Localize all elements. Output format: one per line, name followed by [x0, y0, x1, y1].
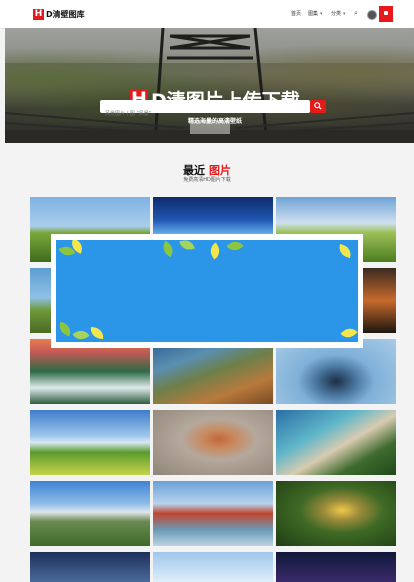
image-tile[interactable] — [276, 552, 396, 582]
image-tile[interactable] — [153, 552, 273, 582]
overlay-banner-image — [56, 240, 358, 342]
chevron-down-icon: ▾ — [320, 11, 323, 17]
nav-item-home[interactable]: 首页 — [291, 10, 301, 17]
user-avatar-icon[interactable] — [367, 10, 377, 20]
leaf-icon — [72, 327, 90, 342]
leaf-icon — [336, 243, 354, 259]
image-tile[interactable] — [153, 339, 273, 404]
leaf-icon — [159, 240, 177, 258]
search-icon — [314, 102, 322, 110]
logo-badge: H — [33, 9, 44, 20]
image-tile[interactable] — [30, 339, 150, 404]
logo-text: D清壁图库 — [46, 10, 85, 19]
overlay-banner[interactable] — [51, 234, 363, 348]
menu-icon — [384, 11, 388, 15]
image-tile[interactable] — [153, 410, 273, 475]
nav-label: 分类 — [331, 11, 342, 17]
leaf-icon — [207, 242, 223, 260]
leaf-icon — [226, 240, 244, 255]
nav-label: 首页 — [291, 11, 302, 17]
search-button[interactable] — [310, 100, 326, 113]
section-subtitle: 免费高清HD图片下载 — [183, 177, 231, 183]
image-tile[interactable] — [153, 481, 273, 546]
leaf-icon — [89, 326, 105, 340]
leaf-icon — [56, 321, 74, 337]
nav-item-categories[interactable]: 分类 ▾ — [331, 10, 346, 17]
search-input[interactable] — [100, 107, 310, 121]
image-tile[interactable] — [276, 481, 396, 546]
image-tile[interactable] — [30, 552, 150, 582]
nav-label: 图集 — [308, 11, 319, 17]
search-box — [100, 100, 310, 121]
image-tile[interactable] — [30, 410, 150, 475]
search-icon[interactable]: ⌕ — [354, 9, 358, 18]
leaf-icon — [179, 240, 195, 252]
site-logo[interactable]: H D清壁图库 — [33, 9, 85, 20]
menu-button[interactable] — [379, 6, 393, 22]
leaf-icon — [340, 324, 358, 342]
top-nav-bar: H D清壁图库 首页 图集 ▾ 分类 ▾ ⌕ — [0, 0, 414, 29]
image-tile[interactable] — [30, 481, 150, 546]
chevron-down-icon: ▾ — [343, 11, 346, 17]
nav-item-albums[interactable]: 图集 ▾ — [308, 10, 323, 17]
hero-banner: HD清图片上传下载 精选海量的高清壁纸 — [5, 28, 414, 143]
image-tile[interactable] — [276, 339, 396, 404]
image-tile[interactable] — [276, 410, 396, 475]
